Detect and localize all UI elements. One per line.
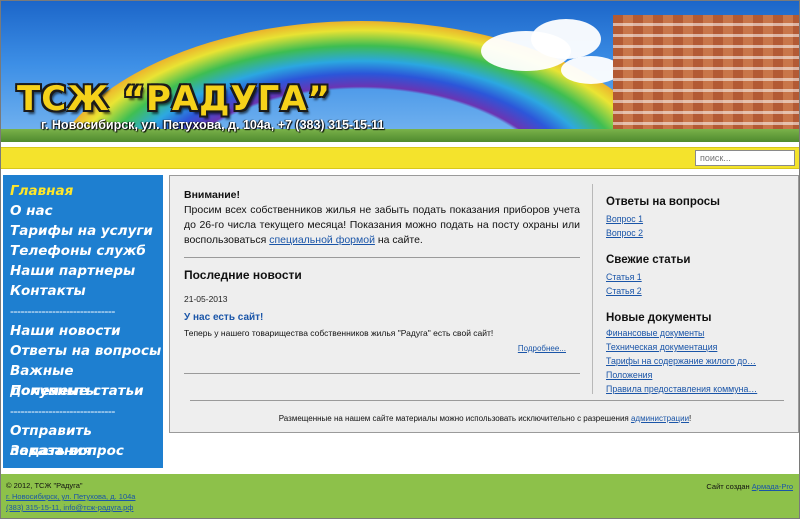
- special-form-link[interactable]: специальной формой: [269, 234, 375, 246]
- disclaimer-text: Размещенные на нашем сайте материалы мож…: [278, 414, 631, 423]
- divider: [184, 257, 580, 258]
- search-input[interactable]: [695, 150, 795, 166]
- disclaimer-end: !: [689, 414, 692, 423]
- created-by-label: Сайт создан: [706, 482, 752, 491]
- news-title[interactable]: У нас есть сайт!: [184, 312, 580, 323]
- search-bar: [1, 147, 799, 169]
- sidebar-item-articles[interactable]: Полезные статьи: [3, 381, 163, 401]
- divider: [184, 373, 580, 374]
- sidebar-item-news[interactable]: Наши новости: [3, 321, 163, 341]
- divider: [190, 400, 784, 401]
- header-banner: ТСЖ “РАДУГА” г. Новосибирск, ул. Петухов…: [1, 1, 799, 142]
- articles-heading: Свежие статьи: [606, 254, 691, 266]
- document-link[interactable]: Финансовые документы: [606, 326, 792, 340]
- qa-link[interactable]: Вопрос 2: [606, 226, 792, 240]
- document-link[interactable]: Положения: [606, 368, 792, 382]
- site-logo-title[interactable]: ТСЖ “РАДУГА”: [17, 79, 331, 119]
- sidebar-item-answers[interactable]: Ответы на вопросы: [3, 341, 163, 361]
- footer-address-link[interactable]: г. Новосибирск, ул. Петухова, д. 104а: [6, 492, 135, 501]
- footer-copyright: © 2012, ТСЖ "Радуга": [6, 481, 83, 490]
- document-link[interactable]: Тарифы на содержание жилого до…: [606, 354, 792, 368]
- footer-contacts-link[interactable]: (383) 315-15-11, info@тсж-радуга.рф: [6, 503, 133, 512]
- news-heading: Последние новости: [184, 268, 302, 282]
- article-link[interactable]: Статья 1: [606, 270, 792, 284]
- sidebar-item-contacts[interactable]: Контакты: [3, 281, 163, 301]
- footer-credits: Сайт создан Армада-Pro: [706, 481, 793, 492]
- notice-title: Внимание!: [184, 189, 240, 201]
- administration-link[interactable]: администрации: [631, 414, 689, 423]
- right-column: Ответы на вопросы Вопрос 1 Вопрос 2 Свеж…: [592, 184, 792, 394]
- sidebar-item-ask-question[interactable]: Задать вопрос: [3, 441, 163, 461]
- article-link[interactable]: Статья 2: [606, 284, 792, 298]
- developer-link[interactable]: Армада-Pro: [752, 482, 793, 491]
- sidebar-separator: ------------------------------: [10, 404, 115, 418]
- sidebar-nav: Главная О нас Тарифы на услуги Телефоны …: [3, 175, 163, 468]
- main-content: Внимание! Просим всех собственников жиль…: [169, 175, 799, 433]
- sidebar-separator: ------------------------------: [10, 304, 115, 318]
- cloud-graphic: [531, 19, 601, 59]
- sidebar-item-phones[interactable]: Телефоны служб: [3, 241, 163, 261]
- qa-link[interactable]: Вопрос 1: [606, 212, 792, 226]
- qa-heading: Ответы на вопросы: [606, 196, 720, 208]
- sidebar-item-documents[interactable]: Важные документы: [3, 361, 163, 399]
- read-more-link[interactable]: Подробнее...: [518, 344, 566, 353]
- disclaimer: Размещенные на нашем сайте материалы мож…: [170, 414, 800, 423]
- sidebar-item-about[interactable]: О нас: [3, 201, 163, 221]
- building-image: [613, 15, 799, 142]
- sidebar-item-tariffs[interactable]: Тарифы на услуги: [3, 221, 163, 241]
- content-column: Внимание! Просим всех собственников жиль…: [184, 188, 580, 374]
- sidebar-item-partners[interactable]: Наши партнеры: [3, 261, 163, 281]
- document-link[interactable]: Техническая документация: [606, 340, 792, 354]
- document-link[interactable]: Правила предоставления коммуна…: [606, 382, 792, 396]
- sidebar-item-send-readings[interactable]: Отправить показания: [3, 421, 163, 459]
- news-text: Теперь у нашего товарищества собственник…: [184, 328, 494, 338]
- notice-block: Внимание! Просим всех собственников жиль…: [184, 188, 580, 248]
- news-date: 21-05-2013: [184, 294, 228, 304]
- sidebar-item-home[interactable]: Главная: [3, 181, 163, 201]
- documents-heading: Новые документы: [606, 312, 712, 324]
- footer: © 2012, ТСЖ "Радуга" г. Новосибирск, ул.…: [1, 474, 799, 518]
- header-address: г. Новосибирск, ул. Петухова, д. 104а, +…: [41, 118, 385, 132]
- notice-text-end: на сайте.: [374, 234, 423, 246]
- cloud-graphic: [561, 56, 621, 84]
